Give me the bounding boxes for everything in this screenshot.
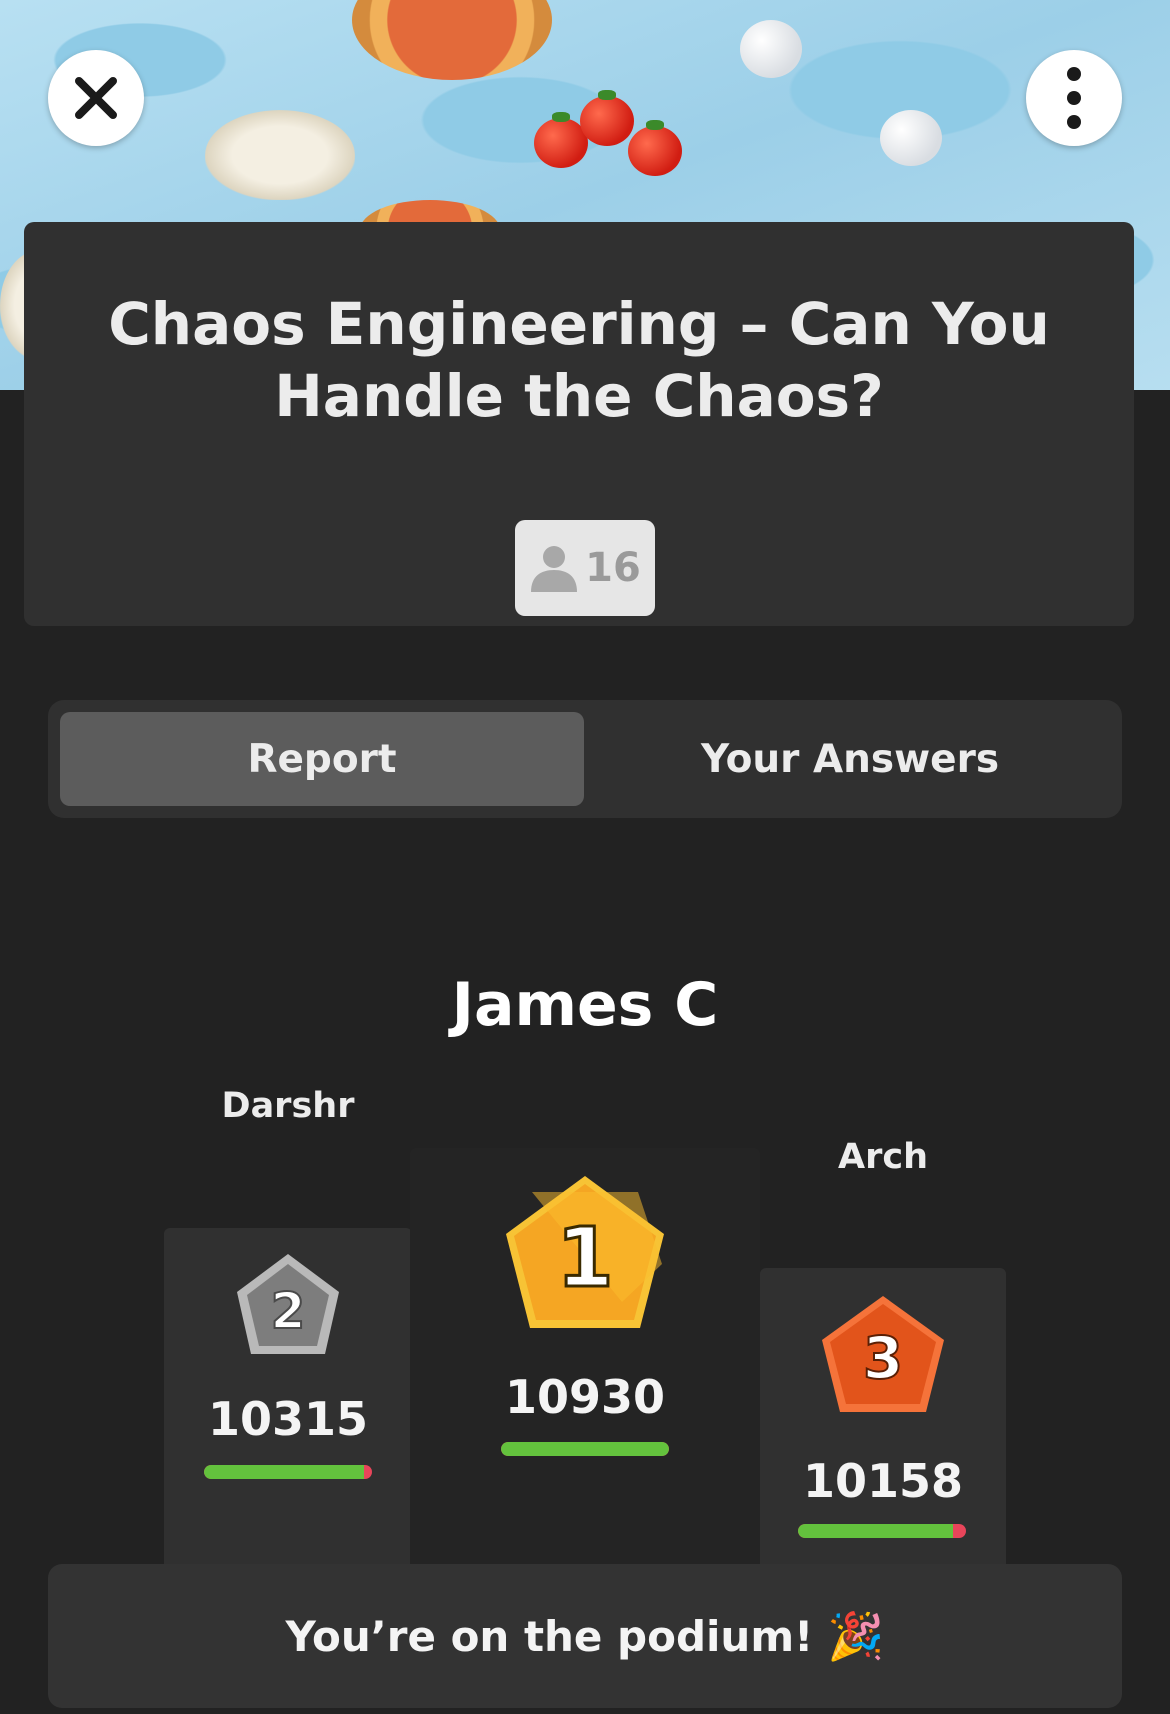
quiz-title: Chaos Engineering – Can You Handle the C… — [108, 290, 1050, 430]
party-popper-icon: 🎉 — [827, 1608, 885, 1663]
first-place-score: 10930 — [504, 1370, 666, 1424]
quiz-title-card: Chaos Engineering – Can You Handle the C… — [24, 222, 1134, 626]
first-place-name: James C — [451, 970, 719, 1040]
tab-report[interactable]: Report — [60, 712, 584, 806]
third-place-name: Arch — [837, 1137, 928, 1177]
podium-banner-text: You’re on the podium! — [285, 1611, 814, 1661]
person-icon — [531, 546, 578, 592]
second-place-name: Darshr — [221, 1086, 355, 1126]
players-count: 16 — [585, 545, 641, 591]
svg-text:3: 3 — [863, 1324, 903, 1392]
svg-text:2: 2 — [271, 1282, 306, 1340]
second-place-accuracy-bar — [204, 1465, 372, 1479]
tab-bar: Report Your Answers — [48, 700, 1122, 818]
svg-text:1: 1 — [556, 1211, 613, 1306]
more-vertical-icon — [1067, 67, 1081, 129]
more-options-button[interactable] — [1026, 50, 1122, 146]
podium-banner: You’re on the podium! 🎉 — [48, 1564, 1122, 1708]
players-count-badge: 16 — [515, 520, 655, 616]
third-place-score: 10158 — [802, 1454, 964, 1508]
silver-medal-icon: 2 — [237, 1254, 339, 1354]
second-place-score: 10315 — [207, 1392, 369, 1446]
bronze-medal-icon: 3 — [822, 1296, 944, 1412]
tab-your-answers[interactable]: Your Answers — [590, 712, 1110, 806]
gold-medal-icon: 1 — [506, 1176, 664, 1328]
third-place-accuracy-bar — [798, 1524, 966, 1538]
first-place-accuracy-bar — [501, 1442, 669, 1456]
close-button[interactable] — [48, 50, 144, 146]
close-icon — [75, 77, 117, 119]
